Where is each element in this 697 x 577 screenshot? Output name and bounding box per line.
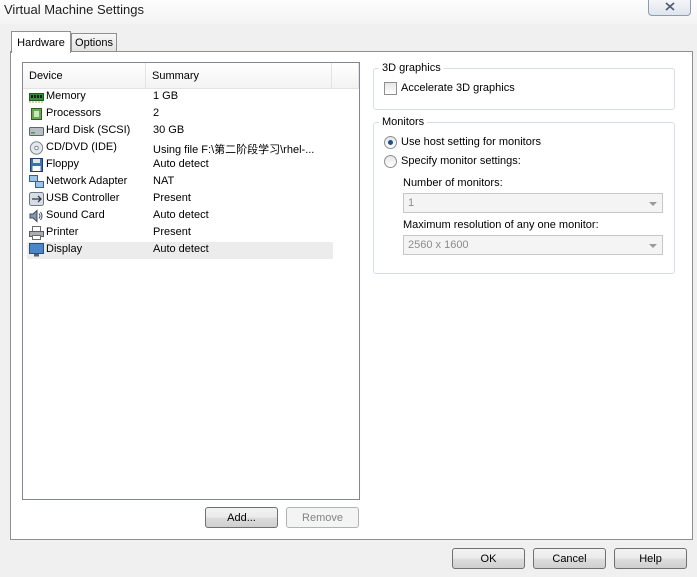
column-header-filler xyxy=(332,63,359,89)
device-row-network-adapter[interactable]: Network Adapter NAT xyxy=(27,174,333,191)
chevron-down-icon xyxy=(649,244,657,248)
device-name: Floppy xyxy=(46,158,80,170)
number-of-monitors-select[interactable]: 1 xyxy=(403,193,663,213)
monitors-group-label: Monitors xyxy=(379,116,428,128)
device-name: Hard Disk (SCSI) xyxy=(46,124,131,136)
cd-dvd-icon xyxy=(29,141,44,155)
device-summary: 30 GB xyxy=(153,124,185,136)
use-host-setting-radio[interactable] xyxy=(384,136,397,149)
memory-icon xyxy=(29,93,44,103)
device-summary: Auto detect xyxy=(153,243,209,255)
device-row-usb-controller[interactable]: USB Controller Present xyxy=(27,191,333,208)
cancel-button[interactable]: Cancel xyxy=(533,548,606,569)
remove-button[interactable]: Remove xyxy=(286,507,359,528)
device-name: Display xyxy=(46,243,83,255)
device-name: Network Adapter xyxy=(46,175,128,187)
device-name: CD/DVD (IDE) xyxy=(46,141,117,153)
device-row-floppy[interactable]: Floppy Auto detect xyxy=(27,157,333,174)
device-summary: 1 GB xyxy=(153,90,179,102)
close-button[interactable] xyxy=(648,0,691,16)
device-name: Memory xyxy=(46,90,86,102)
column-header-device[interactable]: Device xyxy=(23,63,146,89)
max-resolution-value: 2560 x 1600 xyxy=(408,239,469,251)
tab-options[interactable]: Options xyxy=(71,33,117,51)
device-row-processors[interactable]: Processors 2 xyxy=(27,106,333,123)
printer-icon xyxy=(29,226,44,240)
accelerate-3d-label[interactable]: Accelerate 3D graphics xyxy=(401,82,515,94)
number-of-monitors-label: Number of monitors: xyxy=(403,177,503,189)
device-row-printer[interactable]: Printer Present xyxy=(27,225,333,242)
hard-disk-icon xyxy=(29,127,44,136)
window-title: Virtual Machine Settings xyxy=(4,2,144,17)
speaker-icon xyxy=(29,209,43,223)
device-name: Printer xyxy=(46,226,79,238)
max-resolution-label: Maximum resolution of any one monitor: xyxy=(403,219,599,231)
device-name: Processors xyxy=(46,107,102,119)
specify-monitor-settings-label[interactable]: Specify monitor settings: xyxy=(401,155,521,167)
device-summary: NAT xyxy=(153,175,175,187)
specify-monitor-settings-radio[interactable] xyxy=(384,155,397,168)
column-header-summary[interactable]: Summary xyxy=(146,63,332,89)
device-row-display[interactable]: Display Auto detect xyxy=(27,242,333,259)
tab-hardware[interactable]: Hardware xyxy=(11,31,71,53)
chevron-down-icon xyxy=(649,202,657,206)
device-name: USB Controller xyxy=(46,192,120,204)
device-list[interactable]: Device Summary Memory 1 GB Processors 2 … xyxy=(22,62,360,500)
3d-graphics-group-label: 3D graphics xyxy=(379,62,444,74)
number-of-monitors-value: 1 xyxy=(408,197,415,209)
device-row-hard-disk[interactable]: Hard Disk (SCSI) 30 GB xyxy=(27,123,333,140)
use-host-setting-label[interactable]: Use host setting for monitors xyxy=(401,136,541,148)
usb-icon xyxy=(29,192,44,206)
display-icon xyxy=(29,243,44,257)
processor-icon xyxy=(31,108,42,120)
device-summary: Auto detect xyxy=(153,209,209,221)
network-adapter-icon xyxy=(29,175,44,188)
accelerate-3d-checkbox[interactable] xyxy=(384,82,397,95)
device-summary: Present xyxy=(153,192,191,204)
device-row-memory[interactable]: Memory 1 GB xyxy=(27,89,333,106)
close-icon xyxy=(664,2,675,11)
radio-selected-dot xyxy=(388,140,393,145)
max-resolution-select[interactable]: 2560 x 1600 xyxy=(403,235,663,255)
device-summary: 2 xyxy=(153,107,160,119)
device-name: Sound Card xyxy=(46,209,105,221)
device-summary: Using file F:\第二阶段学习\rhel-... xyxy=(153,144,315,156)
help-button[interactable]: Help xyxy=(614,548,687,569)
device-summary: Auto detect xyxy=(153,158,209,170)
floppy-icon xyxy=(30,158,43,172)
device-summary: Present xyxy=(153,226,191,238)
device-row-cd-dvd[interactable]: CD/DVD (IDE) Using file F:\第二阶段学习\rhel-.… xyxy=(27,140,333,157)
device-row-sound-card[interactable]: Sound Card Auto detect xyxy=(27,208,333,225)
ok-button[interactable]: OK xyxy=(452,548,525,569)
add-button[interactable]: Add... xyxy=(205,507,278,528)
